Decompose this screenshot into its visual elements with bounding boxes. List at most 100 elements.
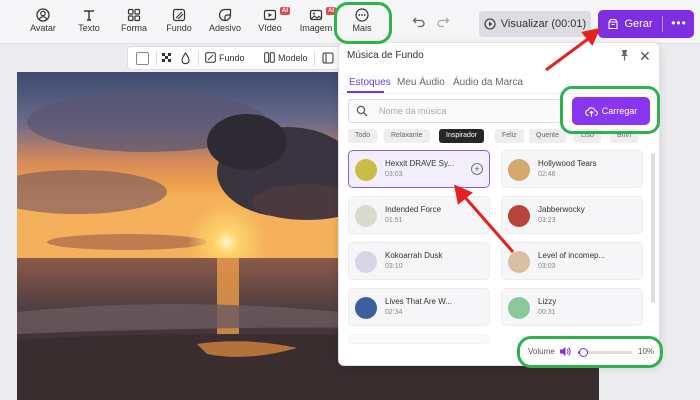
- track-title: Indended Force: [385, 205, 442, 214]
- track-card[interactable]: Lives That Are W... 02:34: [348, 288, 490, 326]
- template-option[interactable]: Modelo: [264, 52, 308, 63]
- background-option[interactable]: Fundo: [205, 52, 245, 63]
- layout-icon[interactable]: [322, 52, 334, 64]
- template-icon: [264, 52, 275, 63]
- track-duration: 02:34: [385, 309, 403, 316]
- track-duration: 03:03: [538, 263, 556, 270]
- track-card[interactable]: Level of incomep... 03:03: [501, 242, 643, 280]
- track-title: Hollywood Tears: [538, 159, 597, 168]
- generate-divider: [662, 16, 663, 32]
- transparency-icon[interactable]: [162, 53, 173, 64]
- add-track-icon[interactable]: +: [471, 163, 483, 175]
- play-icon: [484, 18, 496, 30]
- track-duration: 01:51: [385, 217, 403, 224]
- track-thumbnail: [508, 205, 530, 227]
- track-title: Lives That Are W...: [385, 297, 452, 306]
- sticker-icon: [218, 8, 232, 22]
- canvas-subtoolbar: Fundo Modelo: [127, 46, 345, 70]
- divider: [156, 51, 157, 66]
- track-list-scrollbar[interactable]: [651, 153, 655, 303]
- track-title: Level of incomep...: [538, 251, 606, 260]
- toolbar-video[interactable]: AI Vídeo: [248, 6, 292, 40]
- avatar-icon: [36, 8, 50, 22]
- toolbar-sticker[interactable]: Adesivo: [203, 6, 247, 40]
- toolbar-avatar[interactable]: Avatar: [21, 6, 65, 40]
- shapes-icon: [127, 8, 141, 22]
- track-thumbnail: [355, 159, 377, 181]
- filter-chip[interactable]: Relaxante: [384, 129, 430, 143]
- search-icon: [356, 105, 368, 117]
- generate-more-button[interactable]: •••: [664, 10, 694, 38]
- divider: [314, 51, 315, 66]
- toolbar-image[interactable]: AI Imagem: [294, 6, 338, 40]
- text-icon: [84, 10, 94, 21]
- background-icon: [172, 8, 186, 22]
- generate-icon: [608, 18, 618, 30]
- track-duration: 00:31: [538, 309, 556, 316]
- track-title: Lizzy: [538, 297, 557, 306]
- tab-stock[interactable]: Estoques: [349, 77, 391, 88]
- track-thumbnail: [355, 297, 377, 319]
- tab-brand-audio[interactable]: Áudio da Marca: [453, 77, 523, 88]
- track-title: Hexxit DRAVE Sy...: [385, 159, 455, 168]
- preview-label: Visualizar (00:01): [500, 18, 587, 30]
- track-thumbnail: [355, 205, 377, 227]
- image-icon: [309, 9, 323, 21]
- close-icon[interactable]: ✕: [639, 48, 651, 65]
- preview-button[interactable]: Visualizar (00:01): [479, 11, 591, 37]
- template-option-label: Modelo: [278, 52, 308, 63]
- background-option-label: Fundo: [219, 52, 245, 63]
- generate-button[interactable]: Gerar •••: [598, 10, 694, 38]
- track-card[interactable]: Hollywood Tears 02:46: [501, 150, 643, 188]
- music-search-input[interactable]: Nome da música: [348, 99, 562, 123]
- generate-main[interactable]: Gerar: [598, 10, 662, 38]
- track-duration: 03:03: [385, 171, 403, 178]
- track-card[interactable]: Indended Force 01:51: [348, 196, 490, 234]
- highlight-more: [334, 2, 392, 44]
- track-thumbnail: [508, 159, 530, 181]
- filter-chip[interactable]: Quente: [529, 129, 566, 143]
- track-title: Jabberwocky: [538, 205, 585, 214]
- undo-icon[interactable]: [412, 14, 426, 28]
- toolbar-text[interactable]: Texto: [67, 6, 111, 40]
- color-swatch[interactable]: [136, 52, 149, 65]
- video-icon: [263, 9, 277, 21]
- filter-chip[interactable]: Todo: [348, 129, 378, 143]
- track-duration: 03:23: [538, 217, 556, 224]
- toolbar-background[interactable]: Fundo: [157, 6, 201, 40]
- redo-icon[interactable]: [436, 14, 450, 28]
- toolbar-text-label: Texto: [78, 23, 100, 33]
- toolbar-avatar-label: Avatar: [30, 23, 56, 33]
- track-thumbnail: [508, 297, 530, 319]
- track-card[interactable]: Jabberwocky 03:23: [501, 196, 643, 234]
- active-tab-indicator: [347, 91, 384, 93]
- highlight-volume: [517, 336, 663, 368]
- background-icon: [205, 52, 216, 63]
- tab-my-audio[interactable]: Meu Áudio: [397, 77, 445, 88]
- track-thumbnail: [508, 251, 530, 273]
- filter-chip[interactable]: Feliz: [495, 129, 524, 143]
- divider: [198, 51, 199, 66]
- track-duration: 03:10: [385, 263, 403, 270]
- panel-title: Música de Fundo: [347, 50, 424, 61]
- pin-icon[interactable]: [619, 49, 630, 61]
- track-duration: 02:46: [538, 171, 556, 178]
- toolbar-background-label: Fundo: [166, 23, 192, 33]
- toolbar-video-label: Vídeo: [258, 23, 282, 33]
- generate-label: Gerar: [624, 18, 653, 30]
- search-placeholder: Nome da música: [379, 106, 447, 116]
- track-card[interactable]: Hexxit DRAVE Sy... 03:03 +: [348, 150, 490, 188]
- blur-drop-icon[interactable]: [180, 52, 191, 65]
- toolbar-shape[interactable]: Forma: [112, 6, 156, 40]
- highlight-upload: [560, 86, 660, 134]
- track-card-partial[interactable]: [348, 334, 490, 344]
- track-card[interactable]: Lizzy 00:31: [501, 288, 643, 326]
- filter-chip-selected[interactable]: Inspirador: [439, 129, 485, 143]
- toolbar-shape-label: Forma: [120, 23, 147, 33]
- track-thumbnail: [355, 251, 377, 273]
- ai-badge: AI: [280, 7, 290, 15]
- toolbar-image-label: Imagem: [299, 23, 333, 33]
- track-card[interactable]: Kokoarrah Dusk 03:10: [348, 242, 490, 280]
- track-title: Kokoarrah Dusk: [385, 251, 443, 260]
- toolbar-sticker-label: Adesivo: [208, 23, 242, 33]
